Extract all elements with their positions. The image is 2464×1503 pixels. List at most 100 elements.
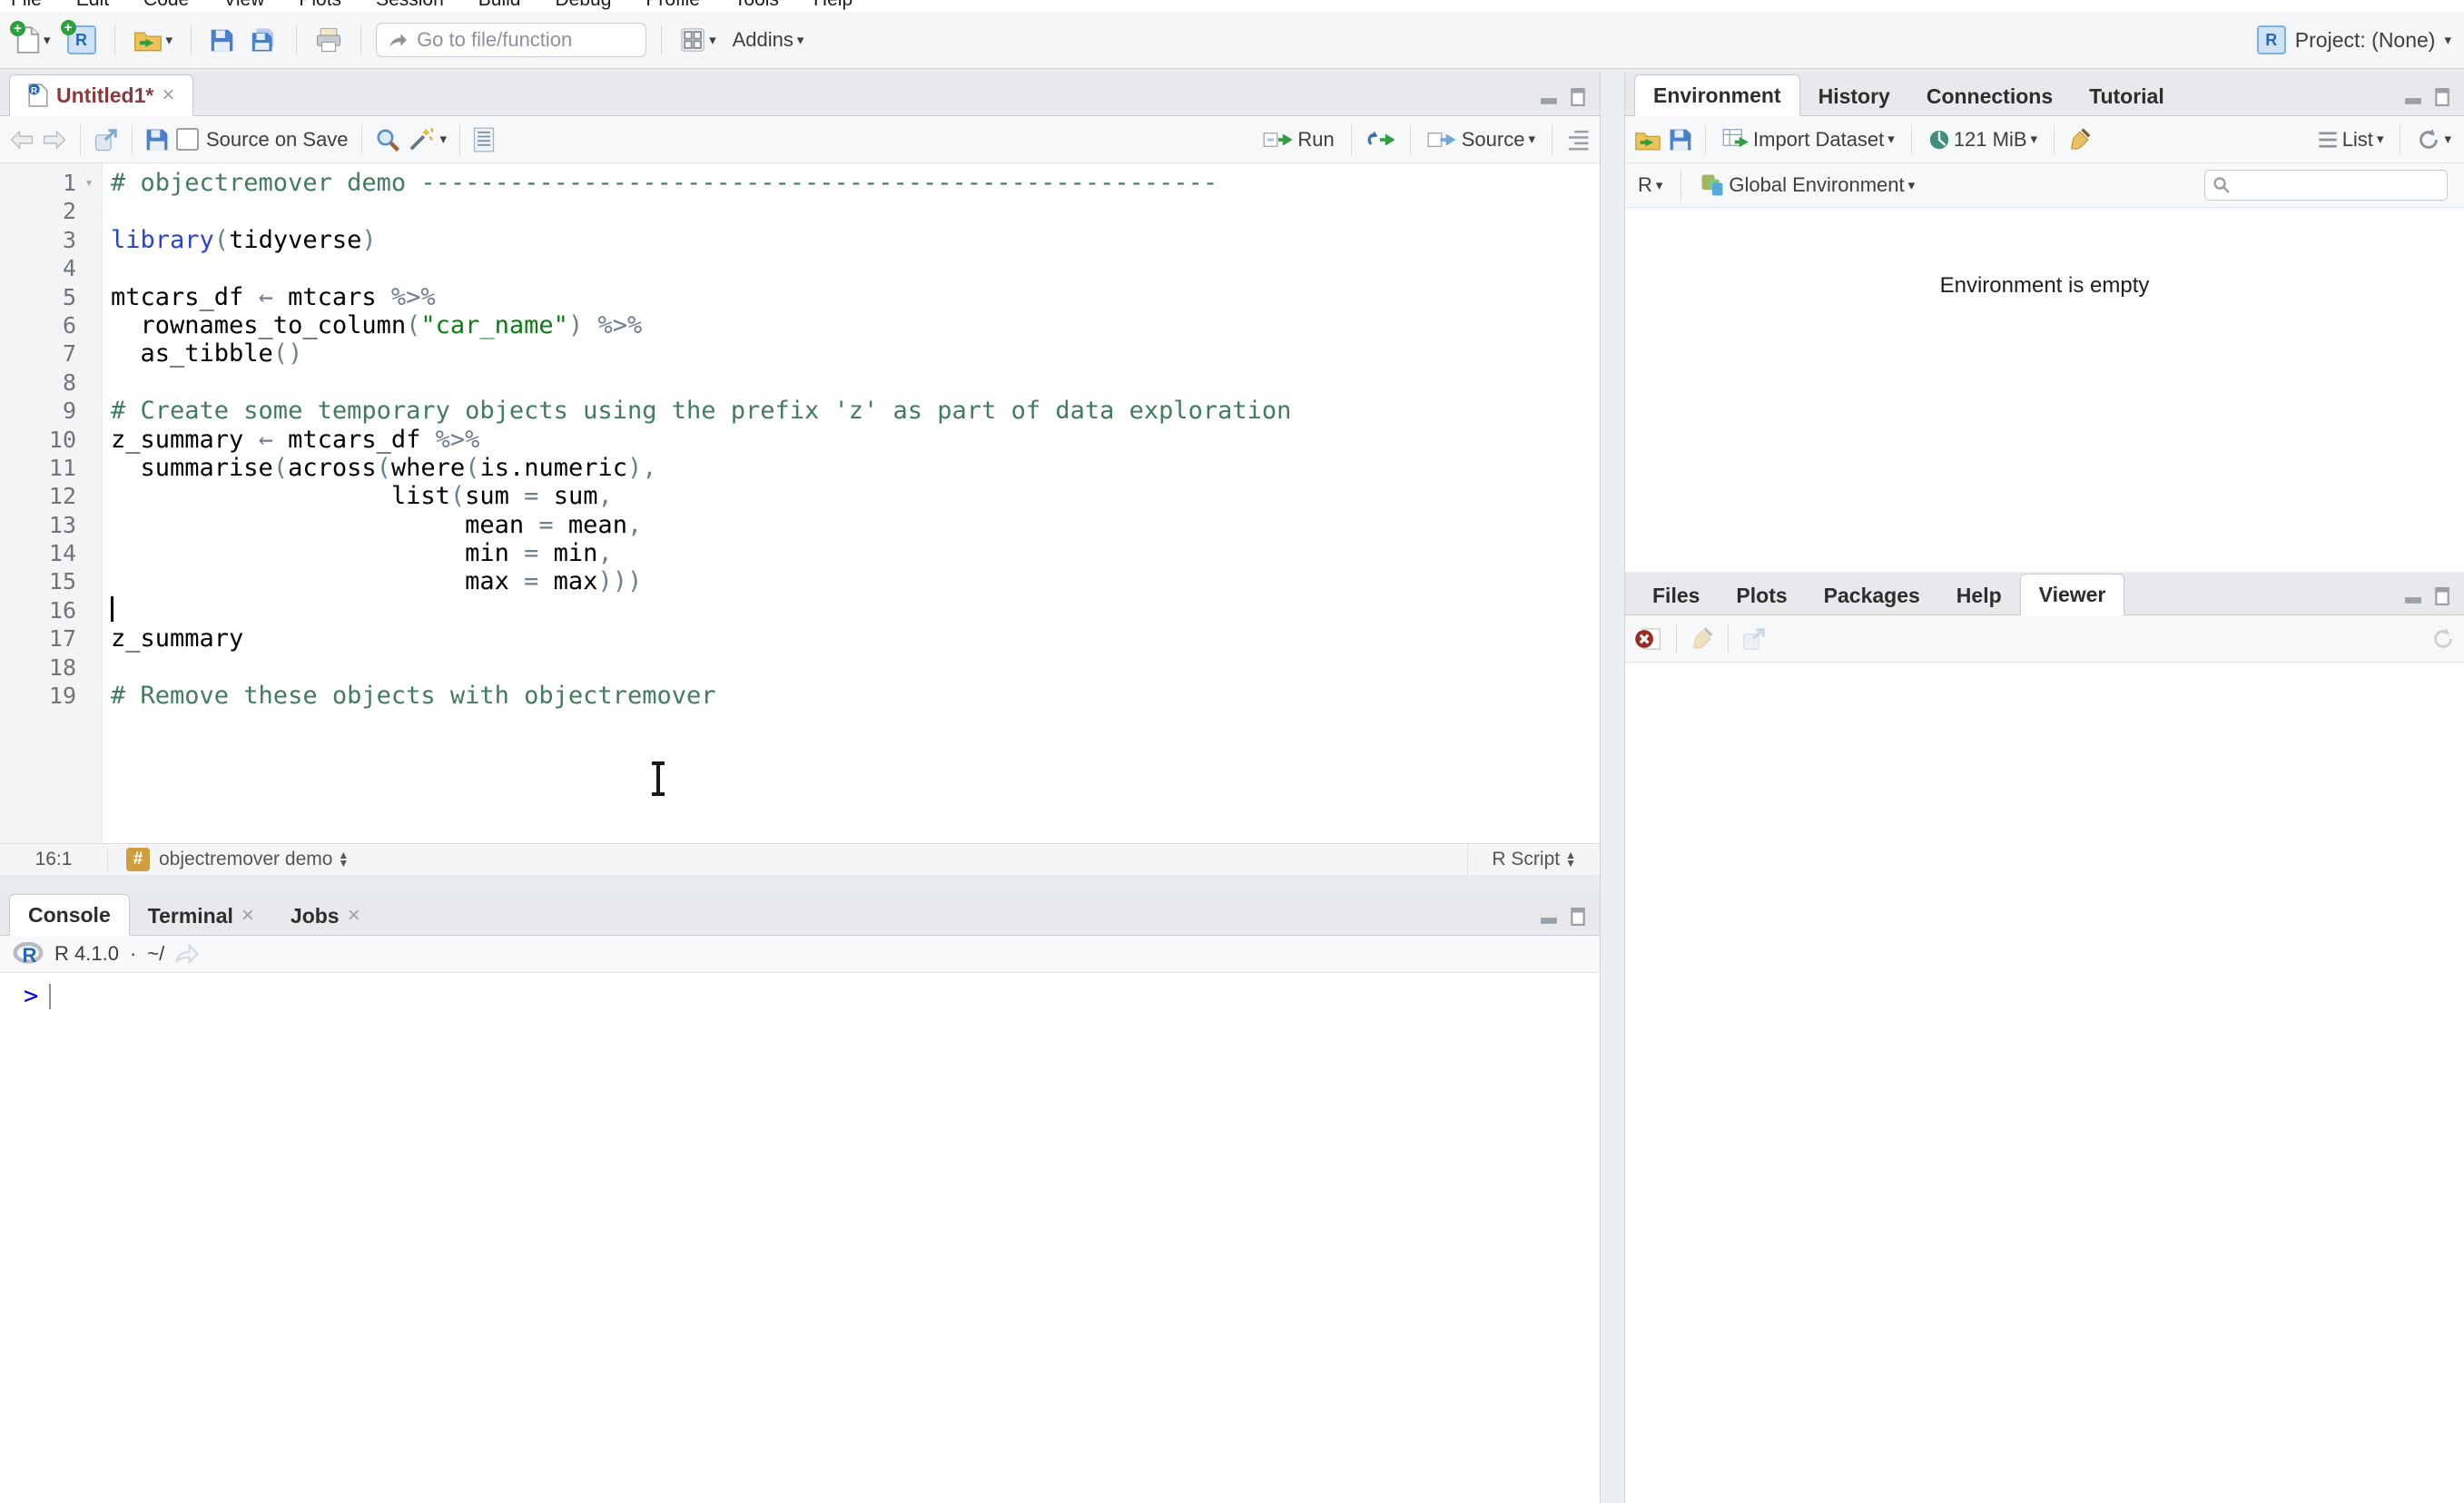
menu-plots[interactable]: Plots [299, 0, 341, 11]
tab-untitled1[interactable]: R Untitled1* × [9, 74, 194, 116]
environment-search-input[interactable] [2204, 170, 2448, 201]
goto-directory-icon[interactable] [175, 944, 200, 964]
document-outline-icon[interactable] [1565, 127, 1591, 152]
save-button[interactable] [206, 25, 238, 56]
new-file-button[interactable]: + ▾ [10, 21, 54, 57]
filetype-selector[interactable]: R Script ▲ ▼ [1467, 844, 1600, 875]
menu-help[interactable]: Help [813, 0, 853, 11]
pane-grid-icon [680, 27, 705, 53]
menu-view[interactable]: View [223, 0, 264, 11]
code-line-7[interactable]: 7 as_tibble() [0, 339, 1600, 368]
code-line-14[interactable]: 14 min = min, [0, 539, 1600, 567]
open-in-window-icon[interactable] [94, 128, 119, 152]
code-line-5[interactable]: 5 mtcars_df ← mtcars %>% [0, 283, 1600, 311]
menu-build[interactable]: Build [478, 0, 521, 11]
menu-tools[interactable]: Tools [734, 0, 779, 11]
find-replace-icon[interactable] [375, 127, 400, 152]
back-icon[interactable] [9, 130, 34, 150]
code-line-9[interactable]: 9 # Create some temporary objects using t… [0, 397, 1600, 425]
tab-tutorial[interactable]: Tutorial [2071, 77, 2183, 115]
code-line-1[interactable]: 1 ▾ # objectremover demo -----------------… [0, 169, 1600, 197]
close-icon[interactable]: × [162, 83, 174, 108]
print-button[interactable] [311, 24, 346, 56]
display-mode-button[interactable]: List ▾ [2313, 124, 2388, 155]
tab-packages[interactable]: Packages [1806, 576, 1938, 614]
memory-usage-button[interactable]: 121 MiB ▾ [1925, 124, 2041, 155]
compile-report-icon[interactable] [473, 127, 495, 152]
working-directory[interactable]: ~/ [147, 942, 164, 966]
tab-history[interactable]: History [1800, 77, 1908, 115]
menu-file[interactable]: File [11, 0, 42, 11]
language-selector[interactable]: R ▾ [1634, 170, 1666, 201]
clear-objects-broom-icon[interactable] [2067, 127, 2093, 152]
clear-all-broom-icon[interactable] [1690, 626, 1715, 652]
menu-code[interactable]: Code [143, 0, 189, 11]
tab-files[interactable]: Files [1634, 576, 1718, 614]
goto-file-input[interactable]: Go to file/function [376, 23, 647, 57]
source-button[interactable]: Source ▾ [1424, 124, 1539, 155]
code-line-16[interactable]: 16 [0, 596, 1600, 624]
section-navigator[interactable]: objectremover demo [159, 849, 332, 870]
addins-button[interactable]: Addins ▾ [729, 25, 808, 55]
fold-arrow-icon[interactable]: ▾ [76, 169, 102, 197]
pane-divider[interactable] [1600, 73, 1625, 1503]
code-line-12[interactable]: 12 list(sum = sum, [0, 482, 1600, 510]
tab-jobs[interactable]: Jobs × [272, 897, 379, 935]
tab-viewer[interactable]: Viewer [2019, 574, 2125, 615]
menu-edit[interactable]: Edit [76, 0, 109, 11]
clear-viewer-icon[interactable] [1634, 625, 1663, 653]
menu-session[interactable]: Session [376, 0, 444, 11]
rerun-icon[interactable] [1365, 129, 1397, 151]
code-line-3[interactable]: 3 library(tidyverse) [0, 226, 1600, 254]
project-menu-button[interactable]: R Project: (None) ▾ [2256, 25, 2451, 54]
code-line-8[interactable]: 8 [0, 368, 1600, 397]
code-line-10[interactable]: 10 z_summary ← mtcars_df %>% [0, 426, 1600, 454]
tab-help[interactable]: Help [1938, 576, 2020, 614]
source-on-save-checkbox[interactable] [176, 128, 199, 151]
maximize-pane-icon[interactable] [1571, 88, 1585, 106]
open-in-window-icon[interactable] [1741, 627, 1767, 651]
code-line-4[interactable]: 4 [0, 254, 1600, 282]
save-workspace-icon[interactable] [1669, 128, 1692, 152]
tab-environment[interactable]: Environment [1634, 74, 1800, 116]
save-icon[interactable] [145, 128, 169, 152]
editor[interactable]: 1 ▾ # objectremover demo -----------------… [0, 163, 1600, 843]
code-line-15[interactable]: 15 max = max))) [0, 567, 1600, 595]
minimize-pane-icon[interactable] [1540, 89, 1558, 105]
import-dataset-button[interactable]: Import Dataset ▾ [1719, 124, 1898, 155]
maximize-pane-icon[interactable] [1571, 908, 1585, 926]
minimize-pane-icon[interactable] [2404, 588, 2422, 604]
minimize-pane-icon[interactable] [1540, 909, 1558, 925]
menu-debug[interactable]: Debug [555, 0, 611, 11]
run-button[interactable]: Run [1259, 124, 1337, 155]
code-tools-icon[interactable] [408, 127, 433, 152]
maximize-pane-icon[interactable] [2435, 88, 2449, 106]
close-icon[interactable]: × [241, 903, 254, 928]
maximize-pane-icon[interactable] [2435, 587, 2449, 605]
chevron-down-icon[interactable]: ▾ [440, 133, 448, 146]
code-line-17[interactable]: 17 z_summary [0, 624, 1600, 653]
tab-plots[interactable]: Plots [1718, 576, 1805, 614]
open-file-button[interactable]: ▾ [130, 25, 177, 55]
environment-scope-selector[interactable]: Global Environment ▾ [1696, 169, 1918, 201]
tab-console[interactable]: Console [9, 894, 130, 936]
code-line-2[interactable]: 2 [0, 197, 1600, 225]
code-line-13[interactable]: 13 mean = mean, [0, 511, 1600, 539]
menu-profile[interactable]: Profile [646, 0, 700, 11]
forward-icon[interactable] [42, 130, 67, 150]
tab-terminal[interactable]: Terminal × [130, 897, 272, 935]
code-line-6[interactable]: 6 rownames_to_column("car_name") %>% [0, 311, 1600, 339]
tab-connections[interactable]: Connections [1908, 77, 2071, 115]
save-all-button[interactable] [247, 24, 281, 56]
refresh-icon[interactable] [2431, 627, 2455, 651]
pane-layout-button[interactable]: ▾ [676, 24, 720, 56]
new-project-button[interactable]: R + [60, 20, 100, 58]
refresh-environment-button[interactable]: ▾ [2413, 124, 2455, 155]
load-workspace-icon[interactable] [1634, 129, 1661, 151]
console-input-line[interactable]: > [0, 973, 1600, 1010]
minimize-pane-icon[interactable] [2404, 89, 2422, 105]
close-icon[interactable]: × [348, 903, 360, 928]
code-line-18[interactable]: 18 [0, 653, 1600, 682]
code-line-19[interactable]: 19 # Remove these objects with objectremo… [0, 682, 1600, 710]
code-line-11[interactable]: 11 summarise(across(where(is.numeric), [0, 454, 1600, 482]
